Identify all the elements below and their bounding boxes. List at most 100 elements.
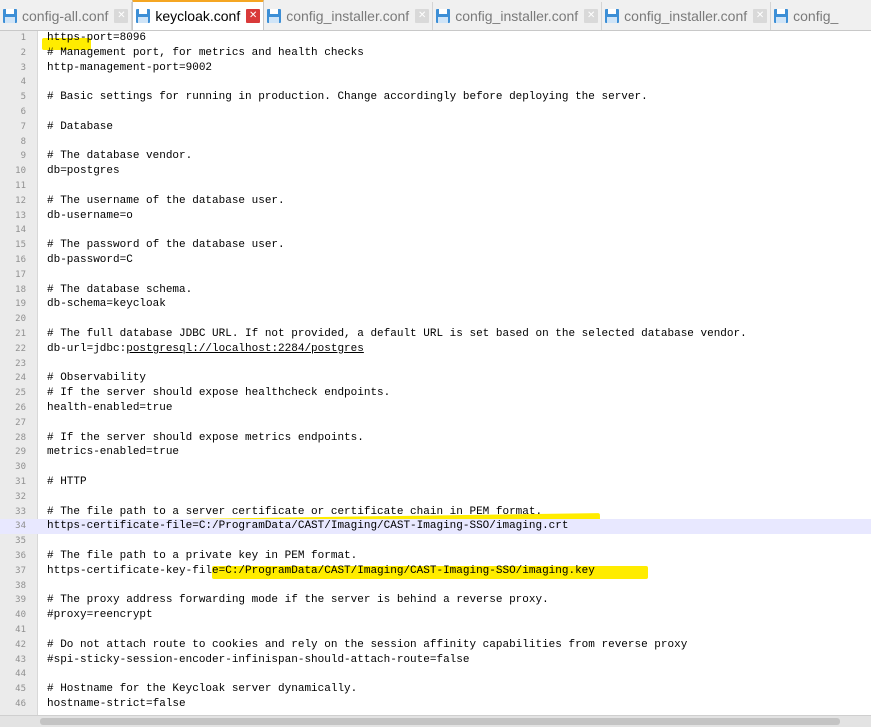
line-text: # Database xyxy=(47,120,113,135)
tab-label: config_installer.conf xyxy=(286,8,410,24)
line-text-content: # The database vendor. xyxy=(47,150,193,163)
line-number: 33 xyxy=(15,506,26,517)
close-icon[interactable]: ✕ xyxy=(584,9,599,23)
code-line[interactable]: 44 xyxy=(0,667,871,682)
line-text-content: # The password of the database user. xyxy=(47,239,285,252)
line-text: # The file path to a private key in PEM … xyxy=(47,549,357,564)
close-icon[interactable]: ✕ xyxy=(753,9,768,23)
code-line[interactable]: 31 # HTTP xyxy=(0,475,871,490)
line-link[interactable]: postgresql://localhost:2284/postgres xyxy=(126,343,364,355)
code-line[interactable]: 36 # The file path to a private key in PE… xyxy=(0,549,871,564)
code-line[interactable]: 39 # The proxy address forwarding mode if… xyxy=(0,593,871,608)
tab-label: config_ xyxy=(793,8,839,24)
line-text-content: db=postgres xyxy=(47,165,120,178)
horizontal-scrollbar[interactable] xyxy=(0,715,871,727)
code-line[interactable]: 17 xyxy=(0,268,871,283)
tab-config-installer[interactable]: config_installer.conf ✕ xyxy=(433,2,603,30)
code-line[interactable]: 37 https-certificate-key-file=C:/ProgramD… xyxy=(0,564,871,579)
code-line[interactable]: 45 # Hostname for the Keycloak server dyn… xyxy=(0,682,871,697)
tab-config-installer[interactable]: config_installer.conf ✕ xyxy=(264,2,434,30)
line-text: # The proxy address forwarding mode if t… xyxy=(47,593,549,608)
code-editor[interactable]: 1 https-port=8096 2 # Management port, for … xyxy=(0,31,871,715)
code-line[interactable]: 12 # The username of the database user. xyxy=(0,194,871,209)
line-text-content: health-enabled=true xyxy=(47,402,173,414)
code-line[interactable]: 24 # Observability xyxy=(0,371,871,386)
code-line[interactable]: 34 https-certificate-file=C:/ProgramData/… xyxy=(0,519,871,535)
tab-config-installer[interactable]: config_installer.conf ✕ xyxy=(602,2,772,30)
code-line[interactable]: 30 xyxy=(0,460,871,475)
line-text-content: db-url=jdbc: xyxy=(47,342,127,355)
code-line[interactable]: 2 # Management port, for metrics and heal… xyxy=(0,46,871,61)
code-line[interactable]: 20 xyxy=(0,312,871,327)
line-number: 2 xyxy=(20,47,26,58)
code-line[interactable]: 22 db-url=jdbc:postgresql://localhost:228… xyxy=(0,342,871,357)
line-number: 14 xyxy=(15,225,26,236)
code-line[interactable]: 41 xyxy=(0,623,871,638)
code-line[interactable]: 40 #proxy=reencrypt xyxy=(0,608,871,623)
code-line[interactable]: 21 # The full database JDBC URL. If not p… xyxy=(0,327,871,342)
code-line[interactable]: 4 xyxy=(0,75,871,90)
line-number: 28 xyxy=(15,432,26,443)
code-line[interactable]: 16 db-password=C xyxy=(0,253,871,268)
code-line[interactable]: 7 # Database xyxy=(0,120,871,135)
floppy-disk-icon xyxy=(3,9,17,23)
code-line[interactable]: 15 # The password of the database user. xyxy=(0,238,871,253)
code-line[interactable]: 23 xyxy=(0,357,871,372)
code-line[interactable]: 10 db=postgres xyxy=(0,164,871,179)
floppy-disk-icon xyxy=(774,9,789,23)
code-line[interactable]: 26 health-enabled=true xyxy=(0,401,871,416)
line-text-content: db-schema=keycloak xyxy=(47,298,166,311)
code-line[interactable]: 9 # The database vendor. xyxy=(0,149,871,164)
close-icon[interactable]: ✕ xyxy=(415,9,430,23)
line-text-content: # The database schema. xyxy=(47,283,193,296)
code-line[interactable]: 5 # Basic settings for running in product… xyxy=(0,90,871,105)
code-line[interactable]: 19 db-schema=keycloak xyxy=(0,297,871,312)
tab-label: config_installer.conf xyxy=(624,8,748,24)
close-icon[interactable]: ✕ xyxy=(114,9,129,23)
code-line[interactable]: 8 xyxy=(0,135,871,150)
code-line[interactable]: 18 # The database schema. xyxy=(0,283,871,298)
close-icon[interactable]: ✕ xyxy=(246,9,261,23)
line-number: 3 xyxy=(20,62,26,73)
line-text: hostname-strict=false xyxy=(47,697,186,712)
line-number: 23 xyxy=(15,358,26,369)
code-line[interactable]: 6 xyxy=(0,105,871,120)
code-line[interactable]: 43 #spi-sticky-session-encoder-infinispan… xyxy=(0,653,871,668)
line-number: 35 xyxy=(15,536,26,547)
code-line[interactable]: 3 http-management-port=9002 xyxy=(0,61,871,76)
line-text-content: # Hostname for the Keycloak server dynam… xyxy=(47,683,358,696)
tab-label: config_installer.conf xyxy=(455,8,579,24)
line-text-content: # Basic settings for running in producti… xyxy=(47,91,648,104)
scrollbar-thumb[interactable] xyxy=(40,718,840,725)
tab-config-partial[interactable]: config_ xyxy=(771,2,841,30)
line-number: 32 xyxy=(15,491,26,502)
code-line[interactable]: 38 xyxy=(0,579,871,594)
line-text-content: # Observability xyxy=(47,372,147,385)
code-line[interactable]: 46 hostname-strict=false xyxy=(0,697,871,712)
code-line[interactable]: 13 db-username=o xyxy=(0,209,871,224)
code-line[interactable]: 33 # The file path to a server certificat… xyxy=(0,505,871,520)
code-line[interactable]: 27 xyxy=(0,416,871,431)
tab-config-all[interactable]: config-all.conf ✕ xyxy=(0,2,133,30)
line-number: 36 xyxy=(15,551,26,561)
tab-keycloak[interactable]: keycloak.conf ✕ xyxy=(132,0,265,30)
line-number: 20 xyxy=(15,314,26,325)
line-number: 18 xyxy=(15,284,26,295)
line-number: 37 xyxy=(15,565,26,576)
code-line[interactable]: 32 xyxy=(0,490,871,505)
line-number: 31 xyxy=(15,477,26,487)
line-text: # The file path to a server certificate … xyxy=(47,505,542,520)
line-number: 4 xyxy=(20,77,26,88)
code-line[interactable]: 29 metrics-enabled=true xyxy=(0,445,871,460)
code-line[interactable]: 25 # If the server should expose healthch… xyxy=(0,386,871,401)
code-line[interactable]: 42 # Do not attach route to cookies and r… xyxy=(0,638,871,653)
line-text-content: # HTTP xyxy=(47,476,87,488)
floppy-disk-icon xyxy=(436,9,451,23)
floppy-disk-icon xyxy=(605,9,620,23)
code-line[interactable]: 11 xyxy=(0,179,871,194)
code-line[interactable]: 35 xyxy=(0,534,871,549)
line-number: 29 xyxy=(15,447,26,458)
code-line[interactable]: 28 # If the server should expose metrics … xyxy=(0,431,871,446)
code-line[interactable]: 14 xyxy=(0,223,871,238)
code-line[interactable]: 1 https-port=8096 xyxy=(0,31,871,46)
